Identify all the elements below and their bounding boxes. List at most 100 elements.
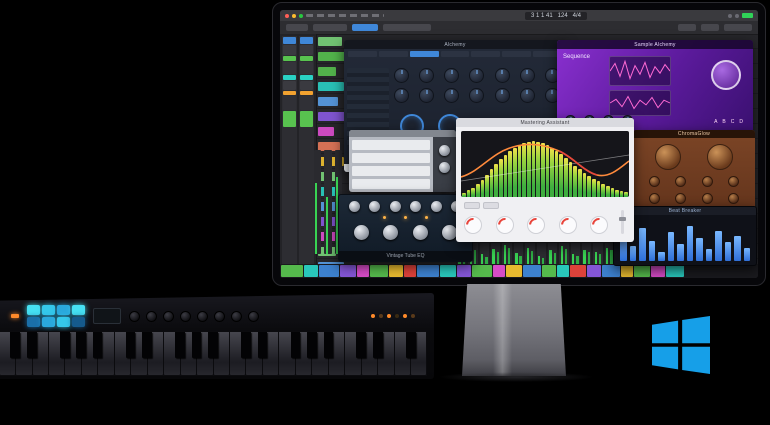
region-clip[interactable] (318, 112, 346, 121)
motion-label[interactable]: B (722, 119, 725, 125)
knob[interactable] (394, 68, 409, 83)
plugin-window-beat-breaker[interactable]: Beat Breaker (613, 206, 757, 266)
plugin-window-vintage-tube-eq[interactable]: Vintage Tube EQ (338, 194, 473, 262)
alchemy-tab[interactable] (471, 51, 500, 57)
black-key[interactable] (60, 332, 70, 358)
step-bar[interactable] (715, 231, 722, 261)
black-key[interactable] (258, 332, 268, 358)
knob[interactable] (146, 311, 157, 322)
wifi-icon[interactable] (728, 14, 732, 18)
step-bar[interactable] (630, 246, 637, 261)
drum-pad[interactable] (72, 317, 85, 327)
knob[interactable] (439, 145, 450, 156)
traffic-light-button[interactable] (292, 14, 296, 18)
region-clip[interactable] (318, 97, 338, 106)
knob[interactable] (469, 68, 484, 83)
mixer-channel[interactable] (480, 243, 489, 265)
traffic-light-button[interactable] (299, 14, 303, 18)
knob[interactable] (410, 201, 421, 212)
channel-fader[interactable] (314, 150, 321, 254)
black-key[interactable] (126, 332, 136, 358)
knob[interactable] (495, 68, 510, 83)
region-clip[interactable] (318, 37, 342, 46)
keyboard-button[interactable] (403, 314, 407, 318)
black-key[interactable] (175, 332, 185, 358)
patch-row[interactable] (352, 166, 430, 176)
knob[interactable] (469, 88, 484, 103)
alchemy-tab[interactable] (348, 51, 377, 57)
knob[interactable] (702, 193, 713, 204)
knob[interactable] (520, 68, 535, 83)
black-key[interactable] (142, 332, 152, 358)
knob[interactable] (349, 201, 360, 212)
black-key[interactable] (406, 332, 416, 358)
knob[interactable] (520, 88, 535, 103)
channel-strip[interactable] (299, 36, 314, 276)
knob[interactable] (649, 176, 660, 187)
step-bar[interactable] (677, 244, 684, 261)
alchemy-tab[interactable] (379, 51, 408, 57)
knob[interactable] (655, 144, 681, 170)
alchemy-tab[interactable] (410, 51, 439, 57)
knob[interactable] (197, 311, 208, 322)
plugin-window-patch-panel[interactable] (349, 130, 456, 192)
mixer-button[interactable] (678, 24, 696, 31)
mixer-channel[interactable] (582, 243, 591, 265)
knob[interactable] (496, 216, 514, 234)
motion-knob[interactable] (711, 60, 741, 90)
knob[interactable] (444, 68, 459, 83)
knob[interactable] (728, 176, 739, 187)
step-bar[interactable] (734, 236, 741, 261)
knob[interactable] (419, 68, 434, 83)
patch-row[interactable] (352, 140, 430, 150)
step-bar[interactable] (649, 241, 656, 261)
knob[interactable] (180, 311, 191, 322)
output-slider[interactable] (621, 210, 624, 234)
knob[interactable] (390, 201, 401, 212)
motion-label[interactable]: A (714, 119, 717, 125)
step-bar[interactable] (687, 226, 694, 261)
toolbar-group[interactable] (383, 24, 431, 31)
drum-pad[interactable] (72, 305, 85, 315)
step-bar[interactable] (744, 248, 751, 261)
step-bar[interactable] (706, 249, 713, 261)
smart-controls-button[interactable] (352, 24, 378, 31)
mixer-channel[interactable] (548, 243, 557, 265)
step-bar[interactable] (696, 238, 703, 261)
keyboard-button[interactable] (395, 314, 399, 318)
mixer-channel[interactable] (491, 243, 500, 265)
black-key[interactable] (208, 332, 218, 358)
drum-pad[interactable] (42, 305, 55, 315)
slider-thumb[interactable] (619, 217, 626, 221)
inspector-button[interactable] (313, 24, 347, 31)
keyboard-button[interactable] (371, 314, 375, 318)
mastering-button[interactable] (464, 202, 480, 209)
knob[interactable] (419, 88, 434, 103)
step-bar[interactable] (668, 232, 675, 261)
knob[interactable] (707, 144, 733, 170)
mixer-channel[interactable] (537, 243, 546, 265)
knob[interactable] (702, 176, 713, 187)
knob[interactable] (559, 216, 577, 234)
transport-lcd[interactable]: 3 1 1 41 124 4/4 (525, 12, 587, 20)
black-key[interactable] (192, 332, 202, 358)
step-bar[interactable] (658, 252, 665, 261)
knob[interactable] (464, 216, 482, 234)
step-bar[interactable] (725, 242, 732, 261)
knob[interactable] (675, 193, 686, 204)
knob[interactable] (369, 201, 380, 212)
black-key[interactable] (241, 332, 251, 358)
channel-fader[interactable] (324, 150, 331, 254)
knob[interactable] (383, 225, 398, 240)
drum-pad[interactable] (42, 317, 55, 327)
mixer-channel[interactable] (514, 243, 523, 265)
keyboard-button[interactable] (387, 314, 391, 318)
knob[interactable] (394, 88, 409, 103)
alchemy-tab[interactable] (502, 51, 531, 57)
mixer-channel[interactable] (559, 243, 568, 265)
browser-button[interactable] (724, 24, 752, 31)
black-key[interactable] (307, 332, 317, 358)
black-key[interactable] (10, 332, 20, 358)
black-key[interactable] (356, 332, 366, 358)
step-bar[interactable] (639, 228, 646, 261)
